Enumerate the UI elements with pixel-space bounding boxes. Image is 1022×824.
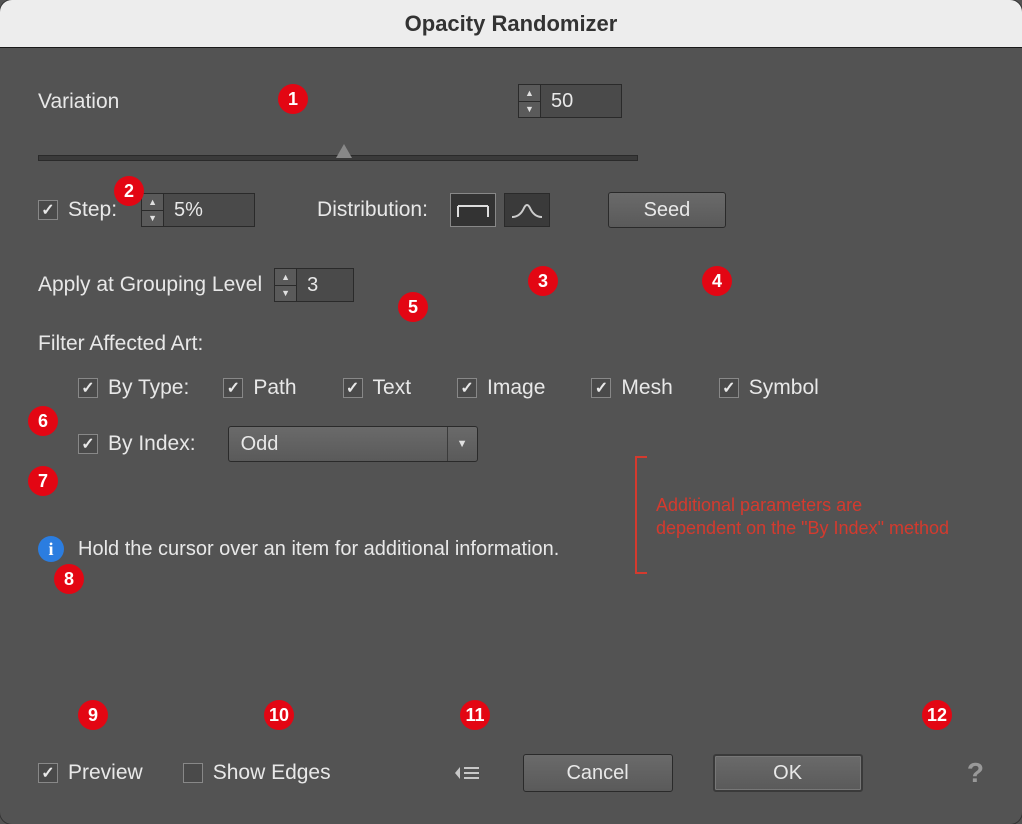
marker-4: 4 xyxy=(702,266,732,296)
marker-5: 5 xyxy=(398,292,428,322)
marker-9: 9 xyxy=(78,700,108,730)
uniform-dist-icon xyxy=(456,200,490,220)
show-edges-checkbox[interactable] xyxy=(183,763,203,783)
grouping-value[interactable]: 3 xyxy=(297,269,353,301)
variation-step-up[interactable]: ▲ xyxy=(519,85,540,102)
gaussian-dist-icon xyxy=(510,200,544,220)
by-index-value: Odd xyxy=(229,427,447,461)
variation-step-down[interactable]: ▼ xyxy=(519,102,540,118)
annotation-line1: Additional parameters are xyxy=(656,494,949,517)
distribution-label: Distribution: xyxy=(317,198,428,222)
slider-thumb[interactable] xyxy=(336,144,352,158)
variation-stepper[interactable]: ▲ ▼ 50 xyxy=(518,84,622,118)
step-up[interactable]: ▲ xyxy=(142,194,163,211)
seed-label: Seed xyxy=(644,199,691,222)
step-down[interactable]: ▼ xyxy=(142,211,163,227)
annotation-bracket xyxy=(635,456,647,574)
marker-3: 3 xyxy=(528,266,558,296)
by-index-label: By Index: xyxy=(108,432,196,456)
type-symbol-checkbox[interactable] xyxy=(719,378,739,398)
type-text-checkbox[interactable] xyxy=(343,378,363,398)
type-text-label: Text xyxy=(373,376,412,400)
cancel-button[interactable]: Cancel xyxy=(523,754,673,792)
flyout-menu-icon[interactable] xyxy=(455,765,479,781)
dialog-window: Opacity Randomizer Variation ▲ ▼ 50 Ste xyxy=(0,0,1022,824)
marker-12: 12 xyxy=(922,700,952,730)
distribution-uniform-button[interactable] xyxy=(450,193,496,227)
type-mesh-checkbox[interactable] xyxy=(591,378,611,398)
by-type-label: By Type: xyxy=(108,376,189,400)
variation-label: Variation xyxy=(38,90,119,114)
type-image-label: Image xyxy=(487,376,545,400)
grouping-up[interactable]: ▲ xyxy=(275,269,296,286)
by-index-checkbox[interactable] xyxy=(78,434,98,454)
seed-button[interactable]: Seed xyxy=(608,192,726,228)
preview-checkbox[interactable] xyxy=(38,763,58,783)
titlebar: Opacity Randomizer xyxy=(0,0,1022,48)
cancel-label: Cancel xyxy=(566,762,628,785)
distribution-gaussian-button[interactable] xyxy=(504,193,550,227)
help-icon[interactable]: ? xyxy=(967,757,984,789)
step-value[interactable]: 5% xyxy=(164,194,254,226)
type-image-checkbox[interactable] xyxy=(457,378,477,398)
ok-button[interactable]: OK xyxy=(713,754,863,792)
marker-1: 1 xyxy=(278,84,308,114)
chevron-down-icon: ▼ xyxy=(447,427,477,461)
by-type-checkbox[interactable] xyxy=(78,378,98,398)
by-index-dropdown[interactable]: Odd ▼ xyxy=(228,426,478,462)
dialog-title: Opacity Randomizer xyxy=(405,11,618,37)
marker-6: 6 xyxy=(28,406,58,436)
marker-11: 11 xyxy=(460,700,490,730)
type-mesh-label: Mesh xyxy=(621,376,672,400)
step-checkbox[interactable] xyxy=(38,200,58,220)
marker-8: 8 xyxy=(54,564,84,594)
marker-10: 10 xyxy=(264,700,294,730)
annotation-line2: dependent on the "By Index" method xyxy=(656,517,949,540)
variation-slider[interactable] xyxy=(38,148,638,166)
info-icon: i xyxy=(38,536,64,562)
marker-2: 2 xyxy=(114,176,144,206)
annotation-text: Additional parameters are dependent on t… xyxy=(656,494,949,541)
grouping-down[interactable]: ▼ xyxy=(275,286,296,302)
type-path-checkbox[interactable] xyxy=(223,378,243,398)
grouping-label: Apply at Grouping Level xyxy=(38,273,262,297)
filter-title: Filter Affected Art: xyxy=(38,332,984,356)
variation-value[interactable]: 50 xyxy=(541,85,621,117)
ok-label: OK xyxy=(773,762,802,785)
marker-7: 7 xyxy=(28,466,58,496)
type-symbol-label: Symbol xyxy=(749,376,819,400)
step-stepper[interactable]: ▲ ▼ 5% xyxy=(141,193,255,227)
preview-label: Preview xyxy=(68,761,143,785)
info-text: Hold the cursor over an item for additio… xyxy=(78,538,559,561)
dialog-content: Variation ▲ ▼ 50 Step: ▲ ▼ xyxy=(0,48,1022,824)
show-edges-label: Show Edges xyxy=(213,761,331,785)
grouping-stepper[interactable]: ▲ ▼ 3 xyxy=(274,268,354,302)
type-path-label: Path xyxy=(253,376,296,400)
step-label: Step: xyxy=(68,198,117,222)
